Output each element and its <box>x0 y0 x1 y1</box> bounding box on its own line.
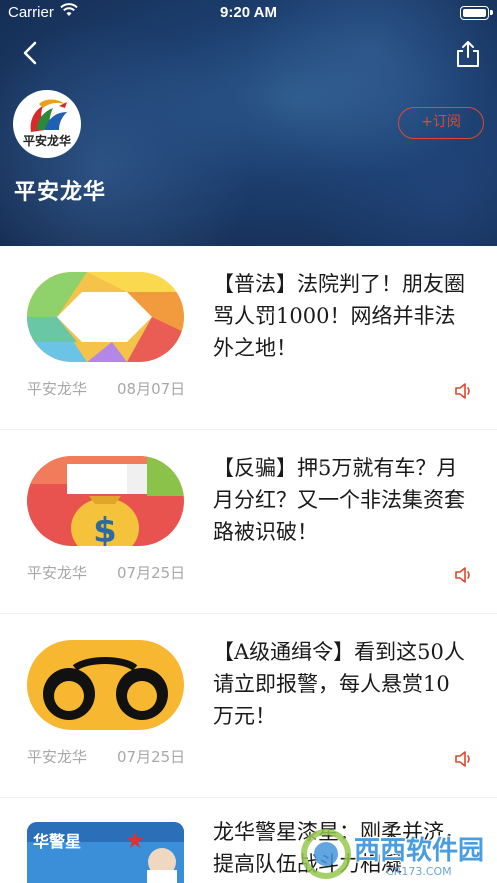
article-thumbnail: 华警星 <box>27 822 184 883</box>
speaker-icon[interactable] <box>454 382 474 400</box>
article-date: 07月25日 <box>117 748 186 766</box>
article-source: 平安龙华 <box>27 748 88 766</box>
watermark-subtext: CR173.COM <box>386 865 452 878</box>
channel-logo: 平安龙华 <box>13 90 81 158</box>
article-title[interactable]: 【A级通缉令】看到这50人请立即报警，每人悬赏10万元！ <box>213 636 468 732</box>
subscribe-button[interactable]: +订阅 <box>398 107 484 139</box>
thumbnail-caption: 华警星 <box>33 832 82 851</box>
svg-text:$: $ <box>93 511 117 546</box>
list-item[interactable]: 【普法】法院判了！朋友圈骂人罚1000！网络并非法外之地！ 平安龙华 08月07… <box>0 246 497 429</box>
clock: 9:20 AM <box>220 4 277 21</box>
channel-title: 平安龙华 <box>14 180 107 205</box>
list-item[interactable]: $ 【反骗】押5万就有车？月月分红？又一个非法集资套路被识破！ 平安龙华 07月… <box>0 430 497 613</box>
speaker-icon[interactable] <box>454 750 474 768</box>
speaker-icon[interactable] <box>454 566 474 584</box>
article-thumbnail <box>27 272 184 362</box>
watermark-text: 西西软件园 <box>354 836 485 866</box>
article-source: 平安龙华 <box>27 380 88 398</box>
battery-icon <box>460 6 493 20</box>
logo-text: 平安龙华 <box>22 134 71 148</box>
share-button[interactable] <box>455 40 481 68</box>
list-item[interactable]: 【A级通缉令】看到这50人请立即报警，每人悬赏10万元！ 平安龙华 07月25日 <box>0 614 497 797</box>
handcuffs-image <box>27 640 184 730</box>
article-title[interactable]: 【反骗】押5万就有车？月月分红？又一个非法集资套路被识破！ <box>213 452 468 548</box>
back-button[interactable] <box>18 40 44 66</box>
article-thumbnail: $ <box>27 456 184 546</box>
article-thumbnail <box>27 640 184 730</box>
article-title[interactable]: 【普法】法院判了！朋友圈骂人罚1000！网络并非法外之地！ <box>213 268 468 364</box>
money-bag-image: $ <box>27 456 184 546</box>
status-bar: Carrier 9:20 AM <box>0 0 497 26</box>
article-date: 07月25日 <box>117 564 186 582</box>
article-source: 平安龙华 <box>27 564 88 582</box>
site-watermark: 西西软件园 CR173.COM <box>290 820 497 883</box>
channel-header: Carrier 9:20 AM 平安龙华 平安龙华 +订阅 <box>0 0 497 246</box>
colorful-octagon-image <box>27 272 184 362</box>
article-date: 08月07日 <box>117 380 186 398</box>
